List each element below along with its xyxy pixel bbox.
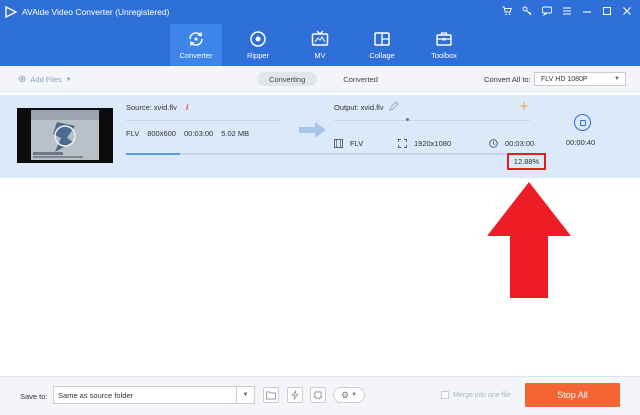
window-title: AVAide Video Converter (Unregistered) [22, 7, 170, 17]
save-to-select[interactable]: Same as source folder ▼ [53, 386, 255, 404]
file-row[interactable]: Source: xvid.flv i FLV 800x600 00:03:00 … [0, 95, 640, 178]
save-to-value: Same as source folder [58, 390, 134, 400]
chevron-down-icon: ▼ [65, 76, 72, 83]
tab-converter[interactable]: Converter [170, 24, 222, 66]
tv-icon [311, 30, 329, 46]
progress-percent-value: 12.88% [513, 157, 540, 166]
tab-collage-label: Collage [369, 51, 395, 60]
converter-icon [189, 32, 203, 46]
tab-ripper-label: Ripper [246, 51, 270, 60]
output-duration-value: 00:03:00 [505, 139, 535, 148]
menu-icon[interactable] [560, 4, 574, 18]
key-icon[interactable] [520, 4, 534, 18]
source-file-name: Source: xvid.flv [126, 103, 177, 112]
source-resolution: 800x600 [147, 129, 176, 138]
open-folder-button[interactable] [263, 387, 279, 403]
convert-arrow-icon [299, 122, 326, 138]
add-files-button[interactable]: ⊕ Add Files ▼ [18, 74, 72, 85]
lightning-icon [291, 390, 299, 400]
merge-label: Merge into one file [453, 391, 511, 399]
output-slider-dot [406, 118, 409, 121]
collage-icon [374, 32, 390, 46]
source-duration: 00:03:00 [183, 129, 214, 138]
stop-icon [579, 119, 586, 126]
conversion-progress-fill [126, 153, 181, 155]
tab-mv[interactable]: MV [294, 24, 346, 66]
tab-collage[interactable]: Collage [356, 24, 408, 66]
chat-icon[interactable] [540, 4, 554, 18]
conversion-progress-bar [126, 153, 546, 155]
output-duration[interactable]: 00:03:00 [489, 139, 534, 148]
output-format-value: FLV [350, 139, 364, 148]
video-thumbnail[interactable] [17, 108, 113, 163]
plus-icon: ⊕ [18, 74, 27, 85]
tab-converting[interactable]: Converting [257, 72, 318, 86]
output-divider [334, 120, 530, 121]
convert-all-label: Convert All to: [484, 75, 531, 84]
chip-icon [313, 390, 323, 400]
app-logo-icon [5, 6, 17, 18]
resize-icon [398, 139, 407, 148]
video-frame-image [17, 108, 113, 163]
tab-toolbox[interactable]: Toolbox [418, 24, 470, 66]
stop-all-button[interactable]: Stop All [525, 383, 620, 407]
tab-mv-label: MV [314, 51, 326, 60]
cart-icon[interactable] [500, 4, 514, 18]
edit-pencil-icon[interactable] [389, 101, 399, 111]
save-to-label: Save to: [20, 392, 48, 401]
source-divider [126, 120, 280, 121]
gpu-button[interactable] [310, 387, 326, 403]
tab-converter-label: Converter [179, 51, 213, 60]
tab-ripper[interactable]: Ripper [232, 24, 284, 66]
output-resolution-value: 1920x1080 [414, 139, 452, 148]
hardware-accel-button[interactable] [287, 387, 303, 403]
stop-button[interactable] [574, 114, 591, 131]
output-resolution[interactable]: 1920x1080 [398, 139, 451, 148]
tab-converted[interactable]: Converted [331, 72, 390, 86]
clock-icon [489, 139, 498, 148]
source-format: FLV [126, 129, 140, 138]
film-icon [334, 139, 343, 148]
settings-button[interactable]: ⚙ ▼ [333, 387, 365, 403]
source-meta: FLV 800x600 00:03:00 5.02 MB [126, 129, 249, 138]
minimize-icon[interactable] [580, 4, 594, 18]
folder-icon [266, 391, 276, 400]
convert-all-select[interactable]: FLV HD 1080P ▼ [534, 72, 626, 86]
chevron-down-icon: ▼ [351, 392, 358, 398]
merge-checkbox[interactable]: Merge into one file [441, 391, 511, 399]
bottom-bar: Save to: Same as source folder ▼ ⚙ ▼ Mer… [0, 376, 640, 415]
chevron-down-icon: ▼ [236, 387, 254, 403]
close-icon[interactable] [620, 4, 634, 18]
merge-checkbox-box[interactable] [441, 391, 449, 399]
output-format[interactable]: FLV [334, 139, 363, 148]
output-file-name: Output: xvid.flv [334, 103, 384, 112]
toolbox-icon [436, 32, 452, 46]
output-settings-icon[interactable] [519, 101, 529, 111]
annotation-arrow-up-icon [487, 182, 571, 298]
progress-percent: 12.88% [507, 153, 546, 170]
disc-icon [250, 31, 266, 47]
gear-icon: ⚙ [340, 389, 350, 400]
maximize-icon[interactable] [600, 4, 614, 18]
add-files-label: Add Files [30, 75, 62, 84]
elapsed-time: 00:00:40 [566, 138, 596, 147]
toolbar: ⊕ Add Files ▼ Converting Converted Conve… [0, 66, 640, 92]
tab-toolbox-label: Toolbox [431, 51, 457, 60]
convert-all-value: FLV HD 1080P [541, 75, 588, 83]
title-bar: AVAide Video Converter (Unregistered) [0, 0, 640, 24]
info-icon[interactable]: i [186, 103, 188, 112]
main-nav: Converter Ripper MV Collage Toolbox [0, 24, 640, 66]
source-size: 5.02 MB [221, 129, 250, 138]
chevron-down-icon: ▼ [614, 76, 620, 82]
